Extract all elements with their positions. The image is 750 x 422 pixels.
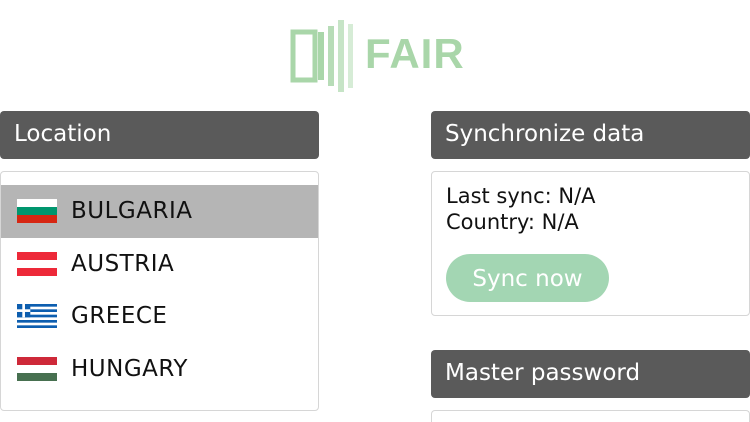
greece-flag-icon bbox=[17, 304, 57, 329]
location-item-hungary[interactable]: HUNGARY bbox=[1, 343, 318, 396]
location-name: BULGARIA bbox=[71, 198, 193, 225]
sync-header: Synchronize data bbox=[431, 111, 750, 159]
location-item-bulgaria[interactable]: BULGARIA bbox=[1, 185, 318, 238]
location-name: AUSTRIA bbox=[71, 250, 175, 277]
fair-logo: FAIR bbox=[290, 18, 465, 98]
location-header: Location bbox=[0, 111, 319, 159]
location-name: HUNGARY bbox=[71, 355, 188, 382]
location-name: GREECE bbox=[71, 303, 168, 330]
location-item-austria[interactable]: AUSTRIA bbox=[1, 238, 318, 291]
brand-name: FAIR bbox=[365, 30, 465, 77]
master-password-header: Master password bbox=[431, 350, 750, 398]
sync-now-button[interactable]: Sync now bbox=[446, 254, 609, 302]
logo-mark-icon bbox=[290, 20, 353, 92]
hungary-flag-icon bbox=[17, 356, 57, 381]
country-text: Country: N/A bbox=[446, 210, 579, 234]
master-password-panel bbox=[431, 410, 750, 422]
location-item-greece[interactable]: GREECE bbox=[1, 290, 318, 343]
bulgaria-flag-icon bbox=[17, 199, 57, 224]
location-list: BULGARIA AUSTRIA GREECE HUNGARY bbox=[0, 171, 319, 411]
last-sync-text: Last sync: N/A bbox=[446, 184, 596, 208]
austria-flag-icon bbox=[17, 251, 57, 276]
sync-panel: Last sync: N/A Country: N/A Sync now bbox=[431, 171, 750, 316]
